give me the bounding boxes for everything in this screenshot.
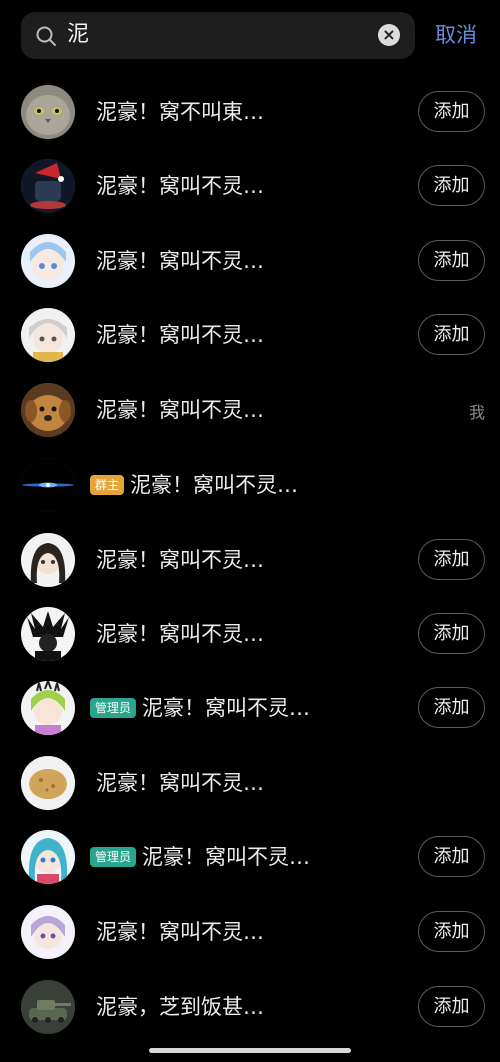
member-name: 泥豪！窝叫不灵… [96, 548, 264, 572]
add-friend-button[interactable]: 添加 [418, 911, 485, 952]
add-friend-button[interactable]: 添加 [418, 314, 485, 355]
cancel-button[interactable]: 取消 [435, 21, 477, 49]
green-hair-avatar[interactable] [21, 681, 75, 735]
tank-avatar[interactable] [21, 980, 75, 1034]
member-name-wrap: 泥豪！窝叫不灵… [96, 919, 264, 945]
member-name: 泥豪，芝到饭甚… [96, 995, 264, 1019]
add-friend-button[interactable]: 添加 [418, 986, 485, 1027]
member-name-wrap: 泥豪！窝叫不灵… [96, 173, 264, 199]
member-name-wrap: 泥豪！窝叫不灵… [96, 621, 264, 647]
admin-badge: 管理员 [90, 847, 137, 867]
owner-badge: 群主 [90, 475, 125, 495]
member-name: 泥豪！窝叫不灵… [96, 622, 264, 646]
member-row[interactable]: 泥豪！窝不叫東… 添加 [0, 75, 500, 149]
member-name: 泥豪！窝叫不灵… [96, 249, 264, 273]
dog-avatar[interactable] [21, 383, 75, 437]
member-row[interactable]: 泥豪！窝叫不灵… [0, 746, 500, 820]
cat-avatar[interactable] [21, 85, 75, 139]
member-row[interactable]: 群主 泥豪！窝叫不灵… [0, 448, 500, 522]
member-row[interactable]: 泥豪！窝叫不灵… 添加 [0, 224, 500, 298]
member-row[interactable]: 管理员 泥豪！窝叫不灵… 添加 [0, 820, 500, 894]
add-friend-button[interactable]: 添加 [418, 539, 485, 580]
blue-light-avatar[interactable] [21, 458, 75, 512]
member-name-wrap: 管理员 泥豪！窝叫不灵… [90, 844, 310, 870]
admin-badge: 管理员 [90, 698, 137, 718]
member-row[interactable]: 泥豪！窝叫不灵… 添加 [0, 597, 500, 671]
member-name-wrap: 泥豪！窝不叫東… [96, 99, 264, 125]
member-name: 泥豪！窝叫不灵… [96, 920, 264, 944]
home-indicator [149, 1048, 351, 1053]
member-row[interactable]: 泥豪！窝叫不灵… 我 [0, 373, 500, 447]
member-name-wrap: 群主 泥豪！窝叫不灵… [90, 472, 298, 498]
add-friend-button[interactable]: 添加 [418, 91, 485, 132]
member-row[interactable]: 泥豪，芝到饭甚… 添加 [0, 970, 500, 1044]
member-name: 泥豪！窝叫不灵… [96, 323, 264, 347]
purple-hair-avatar[interactable] [21, 905, 75, 959]
santa-hat-avatar[interactable] [21, 159, 75, 213]
add-friend-button[interactable]: 添加 [418, 240, 485, 281]
add-friend-button[interactable]: 添加 [418, 687, 485, 728]
search-input[interactable]: 泥 [67, 21, 89, 49]
member-name: 泥豪！窝叫不灵… [96, 771, 264, 795]
member-name-wrap: 泥豪！窝叫不灵… [96, 770, 264, 796]
member-name: 泥豪！窝叫不灵… [96, 398, 264, 422]
member-row[interactable]: 管理员 泥豪！窝叫不灵… 添加 [0, 671, 500, 745]
member-name: 泥豪！窝叫不灵… [142, 845, 311, 869]
member-row[interactable]: 泥豪！窝叫不灵… 添加 [0, 298, 500, 372]
member-name-wrap: 泥豪！窝叫不灵… [96, 397, 264, 423]
member-row[interactable]: 泥豪！窝叫不灵… 添加 [0, 895, 500, 969]
member-row[interactable]: 泥豪！窝叫不灵… 添加 [0, 523, 500, 597]
me-label: 我 [469, 403, 486, 422]
anime-white-hair-avatar[interactable] [21, 308, 75, 362]
add-friend-button[interactable]: 添加 [418, 165, 485, 206]
member-name-wrap: 泥豪！窝叫不灵… [96, 248, 264, 274]
search-icon [36, 26, 56, 46]
member-name: 泥豪！窝叫不灵… [96, 174, 264, 198]
member-name: 泥豪！窝不叫東… [96, 100, 264, 124]
clear-icon[interactable]: × [378, 24, 400, 46]
miku-avatar[interactable] [21, 830, 75, 884]
member-name-wrap: 泥豪！窝叫不灵… [96, 547, 264, 573]
member-name: 泥豪！窝叫不灵… [142, 696, 311, 720]
anime-dark-hair-avatar[interactable] [21, 533, 75, 587]
member-name-wrap: 泥豪，芝到饭甚… [96, 994, 264, 1020]
monochrome-art-avatar[interactable] [21, 607, 75, 661]
search-bar[interactable]: 泥 × [21, 12, 415, 59]
member-name-wrap: 管理员 泥豪！窝叫不灵… [90, 695, 310, 721]
add-friend-button[interactable]: 添加 [418, 836, 485, 877]
potato-avatar[interactable] [21, 756, 75, 810]
add-friend-button[interactable]: 添加 [418, 613, 485, 654]
member-row[interactable]: 泥豪！窝叫不灵… 添加 [0, 149, 500, 223]
anime-blue-avatar[interactable] [21, 234, 75, 288]
member-name-wrap: 泥豪！窝叫不灵… [96, 322, 264, 348]
member-name: 泥豪！窝叫不灵… [130, 473, 299, 497]
